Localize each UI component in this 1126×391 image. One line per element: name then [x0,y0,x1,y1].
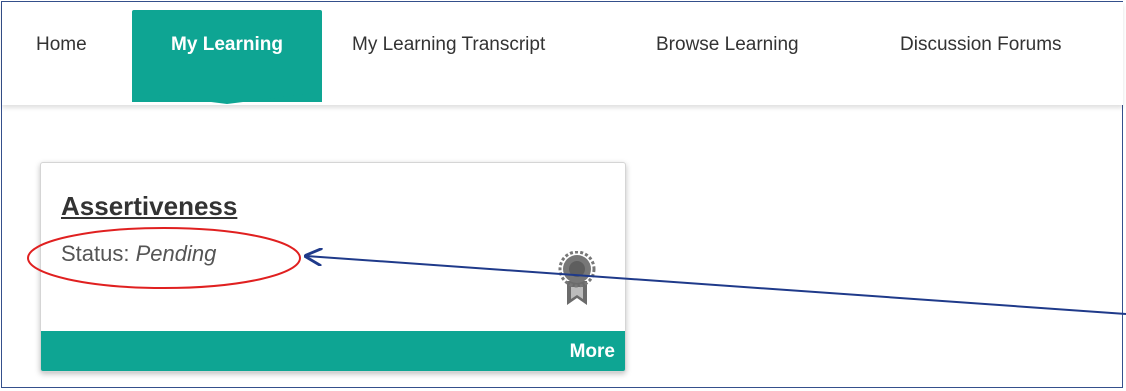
nav-my-learning-tab[interactable] [132,10,322,102]
active-tab-pointer [132,92,322,104]
status-value: Pending [135,241,217,266]
top-navigation-bar: Home My Learning My Learning Transcript … [2,2,1124,105]
nav-my-learning-transcript[interactable]: My Learning Transcript [352,34,545,56]
nav-discussion-forums[interactable]: Discussion Forums [900,34,1062,56]
card-footer: More [41,331,625,371]
card-title-link[interactable]: Assertiveness [61,191,237,222]
card-status: Status: Pending [61,241,216,267]
status-label: Status: [61,241,130,266]
nav-my-learning[interactable]: My Learning [132,34,322,56]
award-ribbon-icon [558,251,596,305]
more-button[interactable]: More [570,341,615,363]
nav-browse-learning[interactable]: Browse Learning [656,34,799,56]
nav-home[interactable]: Home [36,34,87,56]
learning-card: Assertiveness Status: Pending More [40,162,626,372]
